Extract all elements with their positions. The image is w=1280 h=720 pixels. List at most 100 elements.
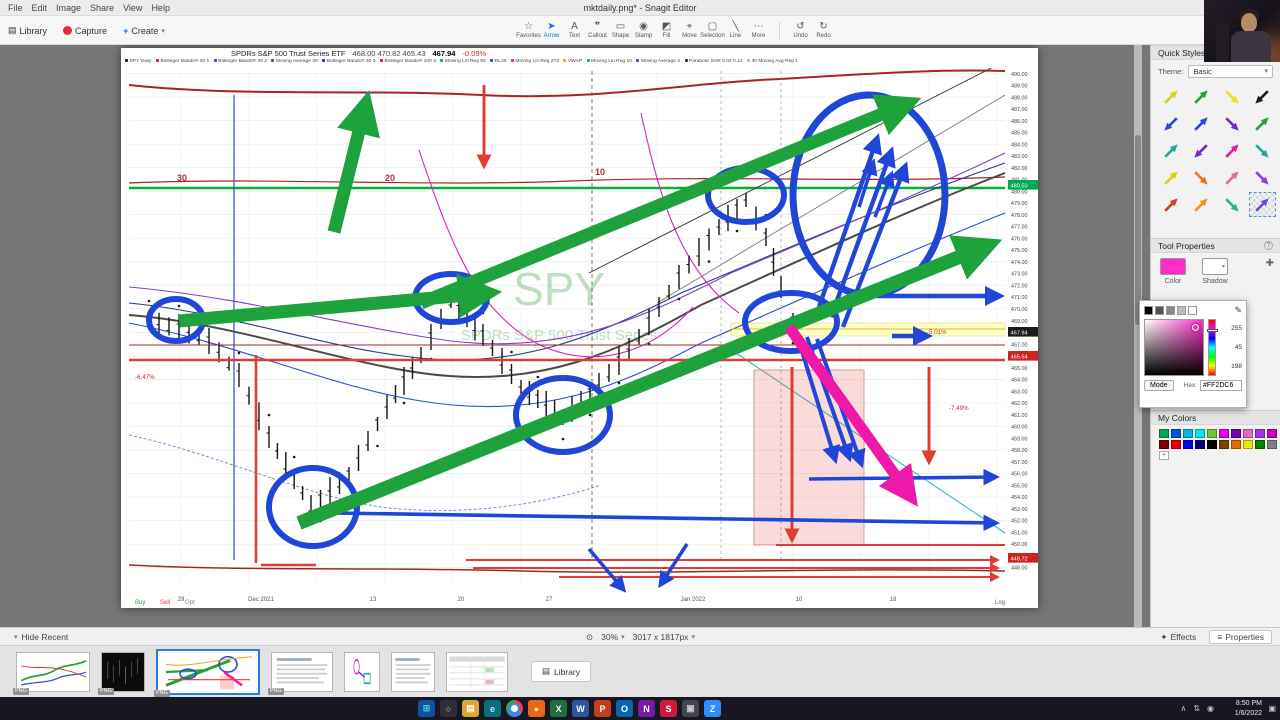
notification-icon[interactable]: ▣ [1268,704,1276,713]
color-preset[interactable] [1207,429,1217,438]
system-tray-icon[interactable]: ∧ [1180,704,1186,713]
color-preset[interactable] [1243,440,1253,449]
shadow-toggle[interactable]: ▾ [1202,258,1228,275]
color-preset[interactable] [1231,440,1241,449]
hue-handle[interactable] [1207,329,1218,332]
scrollbar-thumb[interactable] [1135,135,1141,325]
indicator-label[interactable]: Bollinger Bands® 30 1 [155,59,209,64]
quick-style-preset[interactable] [1250,166,1276,189]
color-preset[interactable] [1171,429,1181,438]
picker-preset[interactable] [1188,306,1197,315]
quick-style-preset[interactable] [1189,85,1215,108]
indicator-label[interactable]: Bollinger Bands® 30 2 [213,59,267,64]
menu-image[interactable]: Image [56,3,81,13]
eyedropper-icon[interactable]: ✎ [1234,305,1242,316]
menu-help[interactable]: Help [151,3,170,13]
indicator-label[interactable]: Bollinger Bands® 30 3 [322,59,375,64]
color-preset[interactable] [1267,429,1277,438]
quick-style-preset[interactable] [1219,85,1245,108]
quick-style-preset[interactable] [1219,166,1245,189]
quick-style-preset[interactable] [1158,166,1184,189]
tool-callout[interactable]: ❞ Callout [586,21,609,40]
help-icon[interactable]: ? [1264,241,1273,250]
taskbar-app-onenote[interactable]: N [638,700,655,717]
quick-style-preset[interactable] [1250,139,1276,162]
quick-style-preset[interactable] [1248,192,1276,217]
taskbar-app-edge[interactable]: e [484,700,501,717]
properties-button[interactable]: ≡ Properties [1209,630,1272,644]
color-preset[interactable] [1255,440,1265,449]
indicator-label[interactable]: VWAP [563,59,582,64]
create-button[interactable]: + Create ▾ [123,26,165,36]
add-color-button[interactable]: + [1159,451,1169,460]
tool-star[interactable]: ☆ Favorites [516,21,541,40]
color-preset[interactable] [1171,440,1181,449]
quick-style-preset[interactable] [1250,112,1276,135]
hex-input[interactable] [1200,380,1242,391]
menu-share[interactable]: Share [90,3,114,13]
indicator-label[interactable]: Moving Lin Reg 273 [510,59,559,64]
picker-preset[interactable] [1144,306,1153,315]
theme-select[interactable]: Basic ▾ [1188,64,1273,78]
recent-capture-thumbnail[interactable]: PNG [13,651,90,695]
tool-more[interactable]: ⋯ More [747,21,770,40]
tool-text[interactable]: A Text [563,21,586,40]
add-property-button[interactable]: ✚ [1266,258,1274,269]
quick-style-preset[interactable] [1158,139,1184,162]
color-preset[interactable] [1219,440,1229,449]
tool-arrow[interactable]: ➤ Arrow [540,21,563,40]
picker-preset[interactable] [1166,306,1175,315]
quick-style-preset[interactable] [1250,85,1276,108]
color-preset[interactable] [1195,429,1205,438]
taskbar-app-outlook[interactable]: O [616,700,633,717]
color-preset[interactable] [1207,440,1217,449]
taskbar-app-camera[interactable]: ▣ [682,700,699,717]
color-preset[interactable] [1195,440,1205,449]
hide-recent-button[interactable]: ▾ Hide Recent [14,628,68,646]
color-preset[interactable] [1183,440,1193,449]
recent-capture-thumbnail[interactable] [391,651,435,692]
recent-capture-thumbnail[interactable]: PNG [154,648,260,697]
saturation-cursor[interactable] [1192,324,1199,331]
hue-slider[interactable] [1207,319,1218,376]
color-preset[interactable] [1255,429,1265,438]
library-tray-button[interactable]: ▤ Library [531,661,592,682]
taskbar-app-search[interactable]: ○ [440,700,457,717]
indicator-label[interactable]: Moving Average 30 [271,59,318,64]
indicator-label[interactable]: SPY Daily [125,59,151,64]
indicator-label[interactable]: 30 Moving Avg Reg 1 [747,59,798,64]
color-preset[interactable] [1159,440,1169,449]
captured-image[interactable]: SPDRs S&P 500 Trust Series ETF 468.00 47… [121,48,1038,608]
recent-capture-thumbnail[interactable] [344,651,380,692]
taskbar-app-zoom[interactable]: Z [704,700,721,717]
color-preset[interactable] [1231,429,1241,438]
tool-line[interactable]: ╲ Line [724,21,747,40]
taskbar-app-powerpoint[interactable]: P [594,700,611,717]
taskbar-app-excel[interactable]: X [550,700,567,717]
system-tray-icon[interactable]: ⇅ [1193,704,1200,713]
editor-canvas[interactable]: SPDRs S&P 500 Trust Series ETF 468.00 47… [0,45,1142,627]
taskbar-app-chrome[interactable] [506,700,523,717]
indicator-label[interactable]: Parabolic SAR 0.02 0.12 [684,59,743,64]
tool-undo[interactable]: ↺ Undo [789,21,812,40]
color-preset[interactable] [1267,440,1277,449]
color-preset[interactable] [1219,429,1229,438]
indicator-label[interactable]: Moving Lin Reg 10 [586,59,632,64]
quick-style-preset[interactable] [1189,112,1215,135]
menu-file[interactable]: File [8,3,23,13]
quick-style-preset[interactable] [1158,85,1184,108]
picker-preset[interactable] [1177,306,1186,315]
quick-style-preset[interactable] [1219,139,1245,162]
quick-style-preset[interactable] [1189,166,1215,189]
color-preset[interactable] [1159,429,1169,438]
color-swatch[interactable] [1160,258,1186,275]
saturation-area[interactable] [1144,319,1204,376]
library-button[interactable]: ▤ Library [8,25,47,36]
quick-style-preset[interactable] [1189,139,1215,162]
taskbar-app-explorer[interactable]: ▤ [462,700,479,717]
quick-style-preset[interactable] [1158,193,1184,216]
tool-shape[interactable]: ▭ Shape [609,21,632,40]
indicator-label[interactable]: RL30 [490,59,506,64]
system-tray-icon[interactable]: ◉ [1207,704,1214,713]
menu-view[interactable]: View [123,3,142,13]
